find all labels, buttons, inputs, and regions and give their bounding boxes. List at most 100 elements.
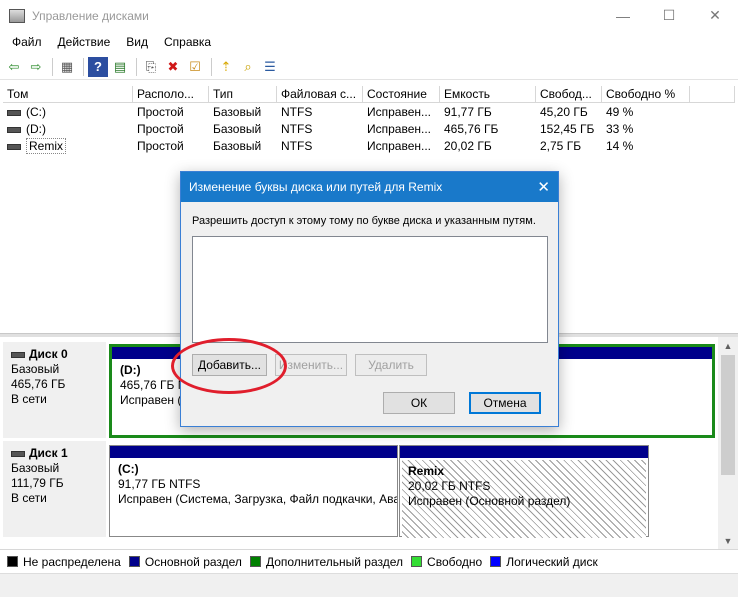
delete-button[interactable]: Удалить (355, 354, 427, 376)
column-header-capacity[interactable]: Емкость (440, 86, 536, 103)
volume-name: (C:) (26, 105, 46, 119)
legend-label: Логический диск (506, 554, 598, 569)
partition-c[interactable]: (C:) 91,77 ГБ NTFS Исправен (Система, За… (109, 445, 398, 537)
volume-name: Remix (26, 138, 67, 154)
legend-swatch (411, 556, 423, 567)
title-bar: Управление дисками — ☐ ✕ (0, 0, 738, 31)
window-title: Управление дисками (32, 8, 149, 23)
column-header-free-percent[interactable]: Свободно % (602, 86, 690, 103)
ok-button[interactable]: ОК (383, 392, 455, 414)
table-cell: Исправен... (367, 139, 432, 153)
highlight-annotation (171, 338, 287, 394)
table-row[interactable]: Remix Простой Базовый NTFS Исправен... 2… (3, 138, 735, 155)
volume-table-body: (C:) Простой Базовый NTFS Исправен... 91… (3, 104, 735, 155)
scroll-thumb[interactable] (721, 355, 735, 475)
table-cell: 49 % (606, 105, 634, 119)
table-cell: Простой (137, 105, 184, 119)
properties-icon[interactable]: ▤ (110, 57, 130, 77)
legend-swatch (249, 556, 261, 567)
legend-swatch (128, 556, 140, 567)
table-cell: NTFS (281, 105, 313, 119)
partition-remix[interactable]: Remix 20,02 ГБ NTFS Исправен (Основной р… (399, 445, 649, 538)
column-header-layout[interactable]: Располо... (133, 86, 209, 103)
legend-label: Не распределена (23, 554, 121, 569)
volume-table-header: Том Располо... Тип Файловая с... Состоян… (3, 86, 735, 103)
table-cell: 465,76 ГБ (444, 122, 499, 136)
minimize-button[interactable]: — (600, 0, 646, 31)
cancel-button[interactable]: Отмена (469, 392, 541, 414)
drive-icon (11, 351, 25, 358)
table-cell: NTFS (281, 122, 313, 136)
legend-item: Основной раздел (128, 555, 242, 569)
help-icon[interactable]: ? (88, 56, 108, 77)
drive-paths-list[interactable] (192, 236, 548, 343)
table-cell: Базовый (213, 122, 262, 136)
table-row[interactable]: (C:) Простой Базовый NTFS Исправен... 91… (3, 104, 735, 121)
toolbar: ⇦ ⇨ ▦ ? ▤ ⎘ ✖ ☑ ⇡ ⌕ ☰ (0, 54, 738, 80)
details-icon[interactable]: ☰ (260, 57, 280, 77)
partition-name: (C:) (118, 462, 139, 476)
search-icon[interactable]: ⌕ (238, 57, 258, 77)
disk-status: В сети (11, 392, 47, 406)
column-header-filesystem[interactable]: Файловая с... (277, 86, 363, 103)
partition-name: Remix (408, 464, 445, 478)
maximize-button[interactable]: ☐ (646, 0, 692, 31)
delete-icon[interactable]: ✖ (163, 57, 183, 77)
legend-item: Не распределена (7, 555, 121, 569)
menu-help[interactable]: Справка (156, 35, 219, 49)
back-arrow-icon[interactable]: ⇦ (4, 57, 24, 77)
menu-bar: Файл Действие Вид Справка (0, 31, 738, 53)
column-header-volume[interactable]: Том (3, 86, 133, 103)
legend-swatch (490, 556, 502, 567)
partition-state: Исправен (Основной раздел) (408, 494, 571, 508)
status-bar (0, 573, 738, 597)
legend-swatch (7, 556, 18, 567)
dialog-title-bar: Изменение буквы диска или путей для Remi… (181, 172, 558, 202)
toolbar-separator (211, 57, 212, 76)
drive-icon (7, 109, 21, 116)
menu-view[interactable]: Вид (118, 35, 156, 49)
disk-status: В сети (11, 491, 47, 505)
partition-info: 20,02 ГБ NTFS (408, 479, 491, 493)
volume-list-icon[interactable]: ▦ (57, 57, 77, 77)
menu-file[interactable]: Файл (4, 35, 50, 49)
legend: Не распределена Основной раздел Дополнит… (0, 549, 738, 573)
disk-label[interactable]: Диск 0 Базовый 465,76 ГБ В сети (3, 342, 106, 438)
table-cell: 152,45 ГБ (540, 122, 595, 136)
disk-type: Базовый (11, 461, 60, 475)
table-cell: Исправен... (367, 122, 432, 136)
dialog-close-icon[interactable]: ✕ (537, 178, 550, 196)
legend-label: Дополнительный раздел (265, 554, 404, 569)
legend-item: Свободно (411, 555, 482, 569)
scroll-up-icon[interactable]: ▲ (718, 337, 738, 354)
disk-size: 465,76 ГБ (11, 377, 66, 391)
table-cell: 14 % (606, 139, 634, 153)
table-cell: 45,20 ГБ (540, 105, 588, 119)
checklist-icon[interactable]: ☑ (185, 57, 205, 77)
connect-icon[interactable]: ⎘ (141, 57, 161, 77)
scroll-down-icon[interactable]: ▼ (718, 532, 738, 549)
disk-label[interactable]: Диск 1 Базовый 111,79 ГБ В сети (3, 441, 106, 537)
disk-management-icon (9, 8, 25, 23)
disk-size: 111,79 ГБ (11, 476, 64, 490)
drive-icon (7, 143, 21, 150)
column-header-status[interactable]: Состояние (363, 86, 440, 103)
folder-up-icon[interactable]: ⇡ (216, 57, 236, 77)
legend-item: Дополнительный раздел (249, 554, 404, 569)
disk-name: Диск 0 (29, 347, 68, 361)
drive-icon (7, 126, 21, 133)
table-cell: Исправен... (367, 105, 432, 119)
disk-row: Диск 1 Базовый 111,79 ГБ В сети (C:) 91,… (3, 441, 715, 538)
table-row[interactable]: (D:) Простой Базовый NTFS Исправен... 46… (3, 121, 735, 138)
menu-action[interactable]: Действие (50, 35, 119, 49)
column-header-free-space[interactable]: Свобод... (536, 86, 602, 103)
table-cell: 2,75 ГБ (540, 139, 582, 153)
disk-name: Диск 1 (29, 446, 68, 460)
vertical-scrollbar[interactable]: ▲ ▼ (718, 337, 738, 549)
partition-state: Исправен (Система, Загрузка, Файл подкач… (118, 492, 397, 506)
close-button[interactable]: ✕ (692, 0, 738, 31)
forward-arrow-icon[interactable]: ⇨ (26, 57, 46, 77)
table-cell: Простой (137, 139, 184, 153)
column-header-type[interactable]: Тип (209, 86, 277, 103)
table-cell: Простой (137, 122, 184, 136)
